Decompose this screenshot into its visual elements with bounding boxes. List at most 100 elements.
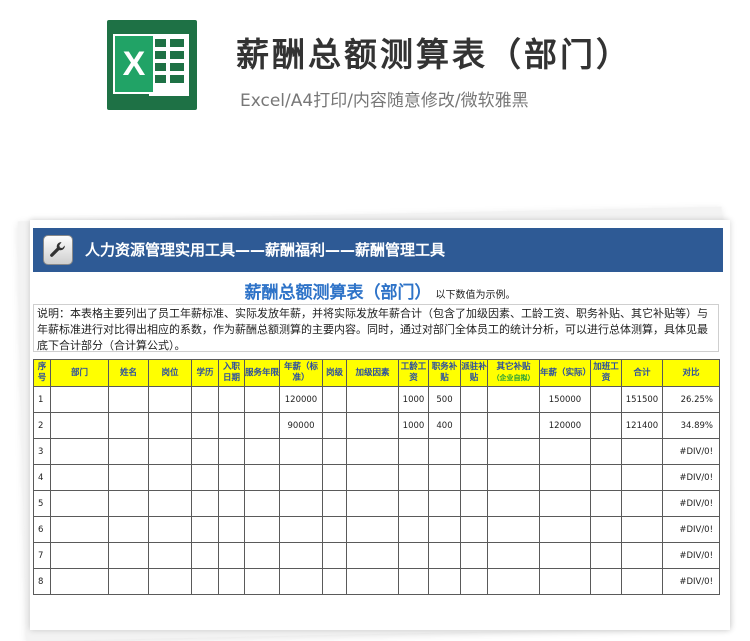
table-cell[interactable] — [148, 438, 192, 465]
table-cell[interactable] — [539, 542, 591, 569]
table-cell[interactable] — [191, 464, 219, 491]
table-cell[interactable] — [539, 516, 591, 543]
table-cell[interactable]: 5 — [33, 490, 51, 517]
table-cell[interactable] — [191, 568, 219, 595]
table-cell[interactable] — [346, 438, 399, 465]
table-cell[interactable]: #DIV/0! — [662, 568, 720, 595]
table-cell[interactable]: 500 — [428, 386, 461, 413]
table-cell[interactable] — [244, 464, 280, 491]
table-cell[interactable] — [322, 386, 347, 413]
table-cell[interactable] — [218, 438, 245, 465]
table-cell[interactable] — [50, 490, 109, 517]
table-cell[interactable] — [148, 490, 192, 517]
table-cell[interactable] — [108, 542, 149, 569]
table-cell[interactable] — [590, 412, 622, 439]
table-cell[interactable] — [460, 542, 488, 569]
table-cell[interactable] — [148, 542, 192, 569]
table-cell[interactable] — [244, 490, 280, 517]
table-cell[interactable]: 2 — [33, 412, 51, 439]
table-cell[interactable]: 1 — [33, 386, 51, 413]
table-cell[interactable] — [244, 438, 280, 465]
table-cell[interactable] — [108, 490, 149, 517]
table-cell[interactable] — [539, 568, 591, 595]
table-cell[interactable]: 8 — [33, 568, 51, 595]
table-cell[interactable] — [322, 516, 347, 543]
table-cell[interactable] — [108, 438, 149, 465]
table-cell[interactable] — [148, 412, 192, 439]
table-cell[interactable]: #DIV/0! — [662, 438, 720, 465]
table-cell[interactable] — [460, 464, 488, 491]
table-cell[interactable] — [590, 464, 622, 491]
table-cell[interactable] — [621, 490, 663, 517]
table-cell[interactable] — [191, 516, 219, 543]
table-cell[interactable]: #DIV/0! — [662, 490, 720, 517]
table-cell[interactable]: #DIV/0! — [662, 464, 720, 491]
table-cell[interactable] — [50, 568, 109, 595]
table-cell[interactable] — [428, 490, 461, 517]
table-cell[interactable] — [487, 412, 540, 439]
table-cell[interactable] — [398, 542, 429, 569]
table-cell[interactable]: 151500 — [621, 386, 663, 413]
table-cell[interactable]: 120000 — [539, 412, 591, 439]
table-cell[interactable] — [322, 490, 347, 517]
table-cell[interactable] — [322, 412, 347, 439]
table-cell[interactable]: 1000 — [398, 412, 429, 439]
table-cell[interactable] — [346, 464, 399, 491]
table-cell[interactable]: #DIV/0! — [662, 542, 720, 569]
table-cell[interactable] — [460, 438, 488, 465]
table-cell[interactable] — [322, 464, 347, 491]
table-cell[interactable] — [148, 516, 192, 543]
table-cell[interactable] — [487, 386, 540, 413]
table-cell[interactable] — [460, 490, 488, 517]
table-cell[interactable] — [346, 490, 399, 517]
table-cell[interactable] — [539, 438, 591, 465]
table-cell[interactable]: 400 — [428, 412, 461, 439]
table-cell[interactable]: 4 — [33, 464, 51, 491]
table-cell[interactable]: 3 — [33, 438, 51, 465]
table-cell[interactable] — [279, 516, 323, 543]
table-cell[interactable] — [50, 464, 109, 491]
table-cell[interactable] — [218, 568, 245, 595]
table-cell[interactable] — [244, 516, 280, 543]
table-cell[interactable] — [50, 438, 109, 465]
table-cell[interactable] — [460, 386, 488, 413]
table-cell[interactable] — [428, 516, 461, 543]
table-cell[interactable] — [539, 490, 591, 517]
table-cell[interactable] — [218, 464, 245, 491]
table-cell[interactable]: 120000 — [279, 386, 323, 413]
table-cell[interactable] — [50, 386, 109, 413]
table-cell[interactable] — [108, 412, 149, 439]
table-cell[interactable] — [218, 490, 245, 517]
table-cell[interactable] — [346, 568, 399, 595]
table-cell[interactable] — [244, 412, 280, 439]
table-cell[interactable] — [621, 438, 663, 465]
table-cell[interactable] — [322, 568, 347, 595]
table-cell[interactable] — [148, 464, 192, 491]
table-cell[interactable] — [244, 386, 280, 413]
table-cell[interactable]: 26.25% — [662, 386, 720, 413]
table-cell[interactable] — [218, 412, 245, 439]
table-cell[interactable] — [279, 464, 323, 491]
table-cell[interactable] — [621, 516, 663, 543]
table-cell[interactable] — [428, 464, 461, 491]
table-cell[interactable] — [191, 438, 219, 465]
table-cell[interactable] — [218, 542, 245, 569]
table-cell[interactable] — [487, 516, 540, 543]
table-cell[interactable] — [50, 412, 109, 439]
table-cell[interactable] — [191, 490, 219, 517]
table-cell[interactable] — [346, 412, 399, 439]
table-cell[interactable] — [346, 516, 399, 543]
table-cell[interactable] — [398, 568, 429, 595]
table-cell[interactable] — [346, 386, 399, 413]
table-cell[interactable] — [346, 542, 399, 569]
table-cell[interactable] — [590, 438, 622, 465]
table-cell[interactable] — [218, 516, 245, 543]
table-cell[interactable] — [279, 568, 323, 595]
table-cell[interactable] — [191, 542, 219, 569]
table-cell[interactable] — [398, 516, 429, 543]
table-cell[interactable] — [460, 568, 488, 595]
table-cell[interactable] — [487, 438, 540, 465]
table-cell[interactable] — [621, 542, 663, 569]
table-cell[interactable] — [428, 438, 461, 465]
table-cell[interactable] — [244, 568, 280, 595]
